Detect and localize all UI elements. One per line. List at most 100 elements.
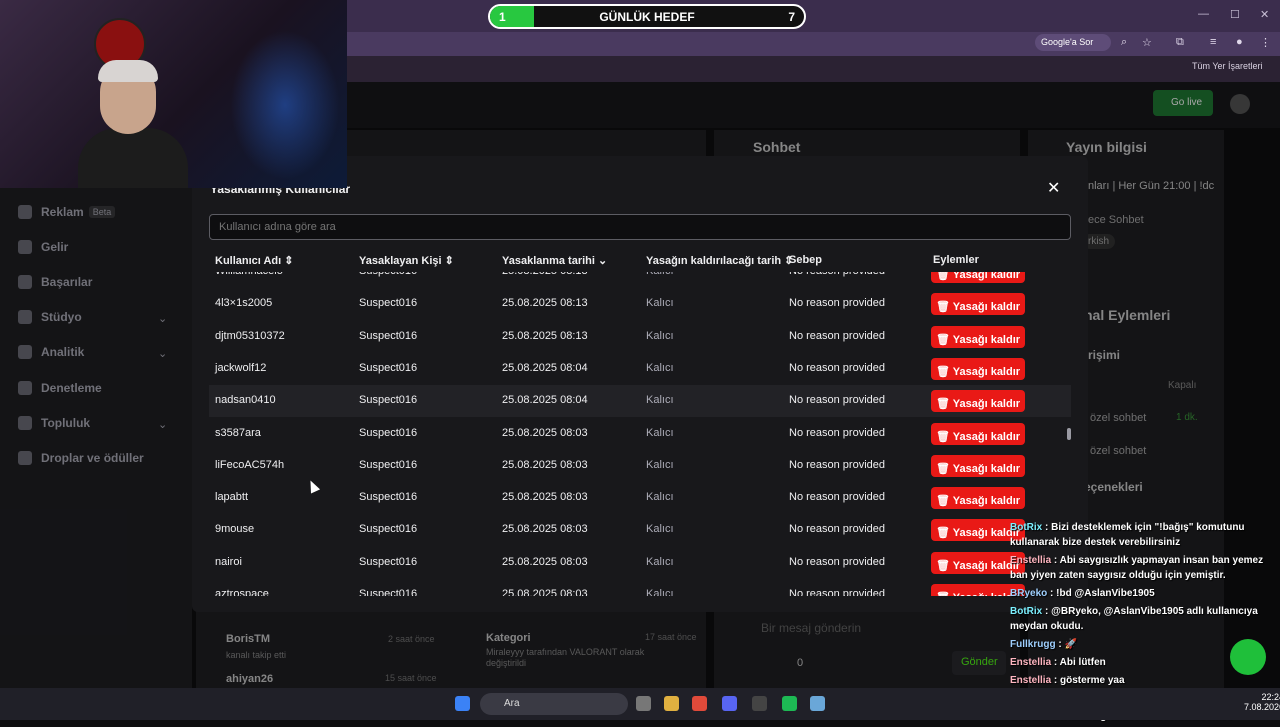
media-icon[interactable]: ≡ <box>1210 36 1216 48</box>
cell-by: Suspect016 <box>359 588 418 596</box>
unban-button[interactable]: 🗑 Yasağı kaldır <box>931 487 1025 510</box>
cell-reason: No reason provided <box>789 329 886 342</box>
trash-icon: 🗑 <box>935 462 953 475</box>
unban-button[interactable]: 🗑 Yasağı kaldır <box>931 422 1025 445</box>
cell-by: Suspect016 <box>359 394 418 407</box>
obs-icon[interactable] <box>752 696 767 711</box>
table-row: djtm05310372 Suspect016 25.08.2025 08:13 Ka… <box>209 321 1071 353</box>
webcam-overlay <box>0 0 347 188</box>
chat-username: Enstellia <box>1010 657 1052 668</box>
cell-reason: No reason provided <box>789 588 886 596</box>
cell-user: s3587ara <box>215 426 261 439</box>
col-actions: Eylemler <box>933 254 979 266</box>
start-icon[interactable] <box>455 696 470 711</box>
cell-user: 9mouse <box>215 523 255 536</box>
cell-user: djtm05310372 <box>215 329 285 342</box>
cell-user: nairoi <box>215 555 242 568</box>
cell-date: 25.08.2025 08:04 <box>502 394 588 407</box>
minimize-button[interactable]: — <box>1198 8 1209 20</box>
unban-button[interactable]: 🗑 Yasağı kaldır <box>931 325 1025 348</box>
cell-reason: No reason provided <box>789 491 886 504</box>
cell-date: 25.08.2025 08:03 <box>502 458 588 471</box>
zoom-icon[interactable]: ⌕ <box>1121 36 1127 49</box>
cell-by: Suspect016 <box>359 458 418 471</box>
chat-message: BRyeko : !bd @AslanVibe1905 <box>1010 586 1280 601</box>
extensions-icon[interactable]: ⧉ <box>1176 36 1184 49</box>
chat-message: BotRix : @BRyeko, @AslanVibe1905 adlı ku… <box>1010 604 1280 634</box>
col-ban-date[interactable]: Yasaklanma tarihi ⌄ <box>502 254 607 267</box>
cell-date: 25.08.2025 08:03 <box>502 426 588 439</box>
trash-icon: 🗑 <box>935 333 953 346</box>
chat-text: : !bd @AslanVibe1905 <box>1050 588 1155 599</box>
col-reason: Sebep <box>789 254 823 266</box>
cell-until: Kalıcı <box>646 491 674 504</box>
taskbar-search[interactable]: Ara <box>480 693 628 715</box>
unban-button[interactable]: 🗑 Yasağı kaldır <box>931 357 1025 380</box>
col-unban-date[interactable]: Yasağın kaldırılacağı tarih ⇕ <box>646 254 793 267</box>
banned-users-modal: Yasaklanmış Kullanıcılar ✕ Kullanıcı Adı… <box>192 156 1088 612</box>
chrome-icon[interactable] <box>692 696 707 711</box>
table-row: lapabtt Suspect016 25.08.2025 08:03 Kalıcı N… <box>209 482 1071 514</box>
close-icon[interactable]: ✕ <box>1047 178 1060 198</box>
profile-icon[interactable]: ● <box>1236 36 1243 48</box>
discord-icon[interactable] <box>722 696 737 711</box>
app-icon[interactable] <box>810 696 825 711</box>
chat-message: BotRix : Bizi desteklemek için "!bağış" … <box>1010 520 1280 550</box>
cell-user: nadsan0410 <box>215 394 276 407</box>
table-header: Kullanıcı Adı ⇕ Yasaklayan Kişi ⇕ Yasakl… <box>209 246 1071 272</box>
unban-button[interactable]: 🗑 Yasağı kaldır <box>931 454 1025 477</box>
trash-icon: 🗑 <box>935 365 953 378</box>
cell-until: Kalıcı <box>646 297 674 310</box>
chat-text: : gösterme yaa <box>1053 675 1125 686</box>
daily-goal-widget: 1 GÜNLÜK HEDEF 7 <box>488 4 806 29</box>
taskview-icon[interactable] <box>636 696 651 711</box>
chat-username: BotRix <box>1010 522 1043 533</box>
cell-reason: No reason provided <box>789 361 886 374</box>
trash-icon: 🗑 <box>935 527 953 540</box>
chat-username: Fullkrugg <box>1010 639 1056 650</box>
cell-date: 25.08.2025 08:03 <box>502 491 588 504</box>
unban-button[interactable]: 🗑 Yasağı kaldır <box>931 293 1025 316</box>
cell-reason: No reason provided <box>789 297 886 310</box>
cell-user: jackwolf12 <box>215 361 267 374</box>
cell-by: Suspect016 <box>359 426 418 439</box>
trash-icon: 🗑 <box>935 398 953 411</box>
cell-until: Kalıcı <box>646 555 674 568</box>
table-row: nairoi Suspect016 25.08.2025 08:03 Kalıcı No… <box>209 547 1071 579</box>
cell-until: Kalıcı <box>646 361 674 374</box>
explorer-icon[interactable] <box>664 696 679 711</box>
system-clock[interactable]: 22:247.08.2026 <box>1244 692 1280 712</box>
cell-until: Kalıcı <box>646 426 674 439</box>
col-username[interactable]: Kullanıcı Adı ⇕ <box>215 254 294 267</box>
col-banned-by[interactable]: Yasaklayan Kişi ⇕ <box>359 254 454 267</box>
chat-text: : @BRyeko, @AslanVibe1905 adlı kullanıcı… <box>1010 606 1258 632</box>
help-button[interactable] <box>1230 639 1266 675</box>
cell-user: lapabtt <box>215 491 249 504</box>
cell-until: Kalıcı <box>646 458 674 471</box>
chat-username: Enstellia <box>1010 555 1052 566</box>
cell-user: liFecoAC574h <box>215 458 285 471</box>
search-input[interactable] <box>209 214 1071 240</box>
cell-by: Suspect016 <box>359 361 418 374</box>
cell-reason: No reason provided <box>789 458 886 471</box>
google-ask-pill[interactable]: Google'a Sor <box>1035 34 1111 51</box>
trash-icon: 🗑 <box>935 301 953 314</box>
cell-date: 25.08.2025 08:03 <box>502 588 588 596</box>
cell-date: 25.08.2025 08:03 <box>502 523 588 536</box>
maximize-button[interactable]: ☐ <box>1230 8 1240 21</box>
chat-text: : Bizi desteklemek için "!bağış" komutun… <box>1010 522 1245 548</box>
unban-button[interactable]: 🗑 Yasağı kaldır <box>931 390 1025 413</box>
close-window-button[interactable]: ✕ <box>1260 8 1269 21</box>
all-bookmarks[interactable]: Tüm Yer İşaretleri <box>1192 61 1263 71</box>
star-icon[interactable]: ☆ <box>1142 36 1152 49</box>
chat-username: BotRix <box>1010 606 1043 617</box>
cell-by: Suspect016 <box>359 297 418 310</box>
cell-by: Suspect016 <box>359 555 418 568</box>
chat-message: Enstellia : Abi saygısızlık yapmayan ins… <box>1010 553 1280 583</box>
trash-icon: 🗑 <box>935 559 953 572</box>
menu-icon[interactable]: ⋮ <box>1260 36 1271 49</box>
cell-date: 25.08.2025 08:13 <box>502 329 588 342</box>
cell-until: Kalıcı <box>646 329 674 342</box>
spotify-icon[interactable] <box>782 696 797 711</box>
scrollbar[interactable] <box>1067 428 1071 440</box>
